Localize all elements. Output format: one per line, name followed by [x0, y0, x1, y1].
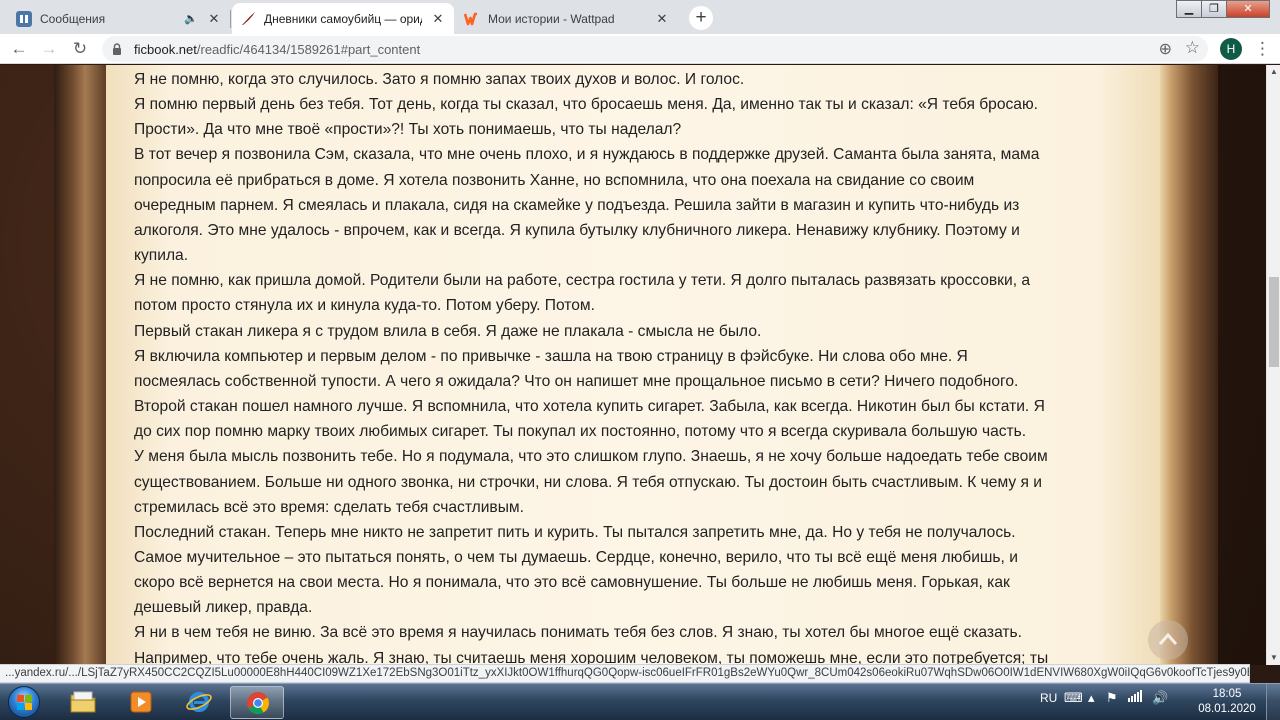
- restore-button[interactable]: ❐: [1201, 0, 1227, 18]
- clock-time: 18:05: [1212, 688, 1242, 700]
- start-button[interactable]: [2, 685, 48, 719]
- url-host: ficbook.net: [134, 42, 197, 57]
- back-arrow-icon[interactable]: ←: [6, 36, 32, 62]
- profile-avatar[interactable]: H: [1220, 38, 1242, 60]
- story-line: Первый стакан ликера я с трудом влила в …: [134, 322, 762, 340]
- explorer-folder-icon[interactable]: [56, 686, 110, 719]
- scroll-up-arrow-icon[interactable]: ▲: [1267, 65, 1280, 79]
- browser-toolbar: ← → ↻ ficbook.net/readfic/464134/1589261…: [0, 34, 1280, 64]
- url-text[interactable]: ficbook.net/readfic/464134/1589261#part_…: [134, 42, 420, 57]
- keyboard-icon[interactable]: ⌨: [1064, 690, 1083, 706]
- story-line: Последний стакан. Теперь мне никто не за…: [134, 523, 1016, 541]
- story-line: дешевый ликер, правда.: [134, 599, 313, 617]
- forward-arrow-icon[interactable]: →: [36, 36, 62, 62]
- story-line: Я не помню, как пришла домой. Родители б…: [134, 272, 1031, 290]
- story-line: алкоголя. Это мне удалось - впрочем, как…: [134, 221, 1020, 239]
- wattpad-icon: [464, 11, 480, 27]
- tab-title: Сообщения: [40, 11, 106, 26]
- story-line: купила.: [134, 247, 189, 265]
- scrollbar-thumb[interactable]: [1269, 277, 1279, 367]
- story-line: попросила её прибраться в доме. Я хотела…: [134, 171, 975, 189]
- window-controls: ▁ ❐ ✕: [1176, 0, 1270, 20]
- tab-title: Дневники самоубийц — ориджиналы: [264, 11, 422, 26]
- reload-icon[interactable]: ↻: [67, 36, 93, 62]
- address-bar[interactable]: ficbook.net/readfic/464134/1589261#part_…: [102, 36, 1208, 62]
- url-path: /readfic/464134/1589261#part_content: [196, 42, 421, 57]
- page-scrollbar[interactable]: ▲ ▼: [1266, 65, 1280, 665]
- story-line: В тот вечер я позвонила Сэм, сказала, чт…: [134, 146, 1040, 164]
- story-line: очередным парнем. Я смеялась и плакала, …: [134, 196, 1020, 214]
- action-center-flag-icon[interactable]: ⚑: [1106, 690, 1118, 706]
- taskbar-clock[interactable]: 18:05 08.01.2020: [1190, 687, 1264, 717]
- menu-kebab-icon[interactable]: ⋮: [1254, 36, 1271, 62]
- volume-icon[interactable]: 🔊: [1152, 690, 1168, 706]
- media-player-icon[interactable]: [114, 686, 168, 719]
- page-viewport: Я не помню, когда это случилось. Зато я …: [0, 65, 1266, 665]
- wood-frame-left: [54, 65, 106, 665]
- plus-icon: +: [695, 7, 707, 28]
- system-tray: RU ⌨ ▴ ⚑ 🔊 18:05 08.01.2020: [1030, 684, 1280, 720]
- chrome-taskbar-button[interactable]: [230, 686, 284, 719]
- story-line: существованием. Больше ни одного звонка,…: [134, 473, 1042, 491]
- story-line: посмеялась собственной тупости. А чего я…: [134, 372, 1019, 390]
- story-line: Прости». Да что мне твоё «прости»?! Ты х…: [134, 121, 682, 139]
- tab-separator: [230, 10, 231, 28]
- story-line: стремилась всё это время: сделать тебя с…: [134, 498, 524, 516]
- clock-date: 08.01.2020: [1198, 703, 1256, 715]
- network-signal-icon[interactable]: [1128, 690, 1142, 705]
- story-line: Я ни в чем тебя не виню. За всё это врем…: [134, 624, 1023, 642]
- new-tab-button[interactable]: +: [689, 6, 713, 30]
- story-line: Я не помню, когда это случилось. Зато я …: [134, 71, 745, 88]
- story-line: до сих пор помню марку твоих любимых сиг…: [134, 423, 1027, 441]
- story-line: У меня была мысль позвонить тебе. Но я п…: [134, 448, 1048, 466]
- tab-messages[interactable]: Сообщения 🔈 ✕: [8, 3, 230, 34]
- story-line: потом просто стянула их и кинула куда-то…: [134, 297, 595, 315]
- chrome-icon: [247, 692, 269, 714]
- lock-icon[interactable]: [112, 43, 122, 55]
- story-line: Самое мучительное – это пытаться понять,…: [134, 548, 1018, 566]
- close-tab-icon[interactable]: ✕: [654, 11, 670, 27]
- story-line: Например, что тебе очень жаль. Я знаю, т…: [134, 649, 1049, 665]
- tab-wattpad[interactable]: Мои истории - Wattpad ✕: [456, 3, 678, 34]
- close-tab-icon[interactable]: ✕: [206, 11, 222, 27]
- story-line: Я включила компьютер и первым делом - по…: [134, 347, 968, 365]
- window-close-button[interactable]: ✕: [1226, 0, 1270, 18]
- close-tab-icon[interactable]: ✕: [430, 11, 446, 27]
- link-status-bubble: ...yandex.ru/.../LSjTaZ7yRX450CC2CQZI5Lu…: [0, 664, 1250, 683]
- tab-ficbook[interactable]: Дневники самоубийц — ориджиналы ✕: [232, 3, 454, 34]
- story-line: Я помню первый день без тебя. Тот день, …: [134, 96, 1038, 114]
- story-text: Я не помню, когда это случилось. Зато я …: [134, 67, 1134, 665]
- language-indicator[interactable]: RU: [1040, 691, 1057, 705]
- story-line: Второй стакан пошел намного лучше. Я всп…: [134, 398, 1045, 416]
- windows-taskbar: RU ⌨ ▴ ⚑ 🔊 18:05 08.01.2020: [0, 683, 1280, 720]
- speaker-muted-icon[interactable]: 🔈: [184, 12, 198, 25]
- wood-frame-right: [1160, 65, 1218, 665]
- scroll-to-top-icon[interactable]: [1148, 620, 1188, 660]
- internet-explorer-icon[interactable]: [172, 686, 226, 719]
- show-desktop-button[interactable]: [1266, 684, 1280, 720]
- story-line: скоро всё вернется на свои места. Но я п…: [134, 574, 1010, 592]
- zoom-icon[interactable]: ⊕: [1159, 39, 1172, 59]
- bookmark-star-icon[interactable]: ☆: [1185, 38, 1200, 58]
- tab-strip: Сообщения 🔈 ✕ Дневники самоубийц — оридж…: [0, 0, 1280, 34]
- scroll-down-arrow-icon[interactable]: ▼: [1267, 651, 1280, 665]
- vk-messages-icon: [16, 10, 32, 27]
- windows-logo-icon: [8, 686, 40, 718]
- ficbook-quill-icon: [240, 11, 256, 27]
- show-hidden-icons-icon[interactable]: ▴: [1088, 690, 1095, 706]
- minimize-button[interactable]: ▁: [1176, 0, 1202, 18]
- tab-title: Мои истории - Wattpad: [488, 11, 615, 26]
